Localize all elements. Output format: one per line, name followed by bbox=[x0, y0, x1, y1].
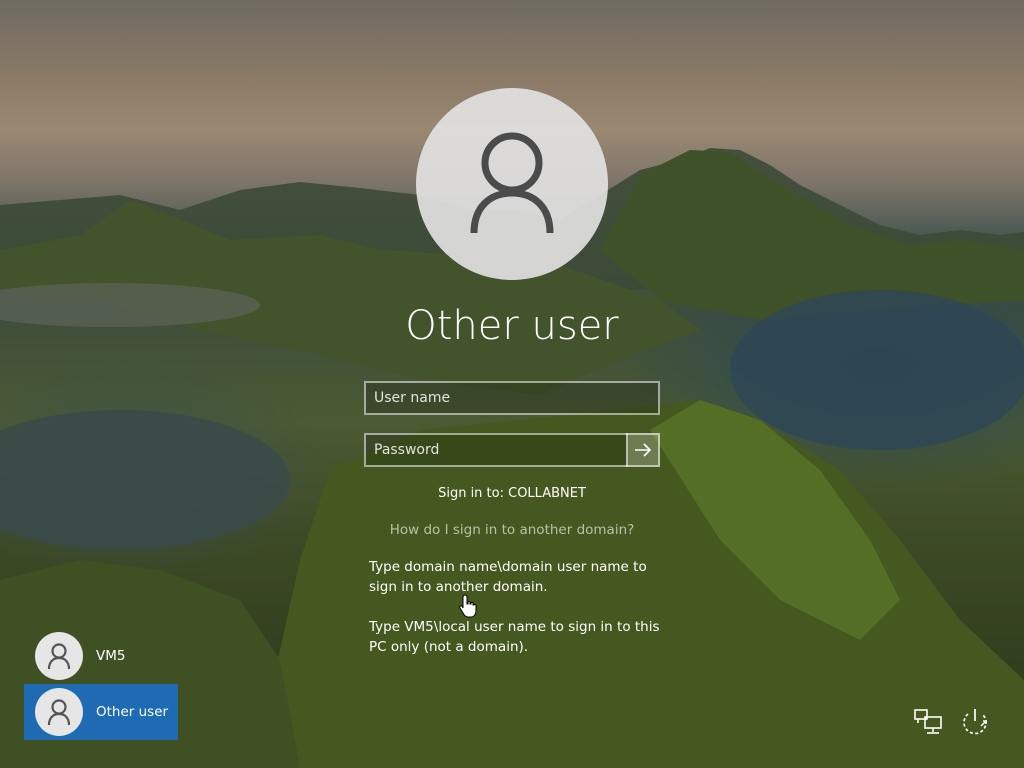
power-icon bbox=[963, 709, 987, 735]
user-silhouette-icon bbox=[47, 699, 71, 726]
local-tip-text: Type VM5\local user name to sign in to t… bbox=[369, 619, 660, 655]
power-button[interactable] bbox=[957, 704, 993, 740]
lock-screen: Other user Sign in to: COLLABNET How do … bbox=[0, 0, 1024, 768]
username-input[interactable] bbox=[364, 381, 660, 415]
user-list-item-label: Other user bbox=[96, 704, 169, 720]
user-list: VM5 Other user bbox=[24, 628, 178, 740]
domain-tip-text: Type domain name\domain user name to sig… bbox=[369, 559, 647, 595]
current-user-name: Other user bbox=[405, 303, 619, 349]
hand-cursor-icon bbox=[459, 594, 477, 618]
password-input[interactable] bbox=[364, 433, 628, 467]
sign-in-domain-text: Sign in to: COLLABNET bbox=[438, 486, 586, 501]
network-icon bbox=[914, 709, 942, 734]
user-list-item-vm5[interactable]: VM5 bbox=[24, 628, 178, 684]
user-silhouette-icon bbox=[470, 132, 554, 234]
user-silhouette-icon bbox=[47, 643, 71, 670]
arrow-right-icon bbox=[635, 443, 652, 457]
user-list-item-other-user[interactable]: Other user bbox=[24, 684, 178, 740]
help-link-other-domain[interactable]: How do I sign in to another domain? bbox=[312, 522, 712, 538]
network-button[interactable] bbox=[910, 704, 946, 740]
user-list-item-label: VM5 bbox=[96, 648, 126, 664]
submit-button[interactable] bbox=[626, 433, 660, 467]
avatar bbox=[35, 688, 83, 736]
user-avatar-large bbox=[416, 88, 608, 280]
avatar bbox=[35, 632, 83, 680]
